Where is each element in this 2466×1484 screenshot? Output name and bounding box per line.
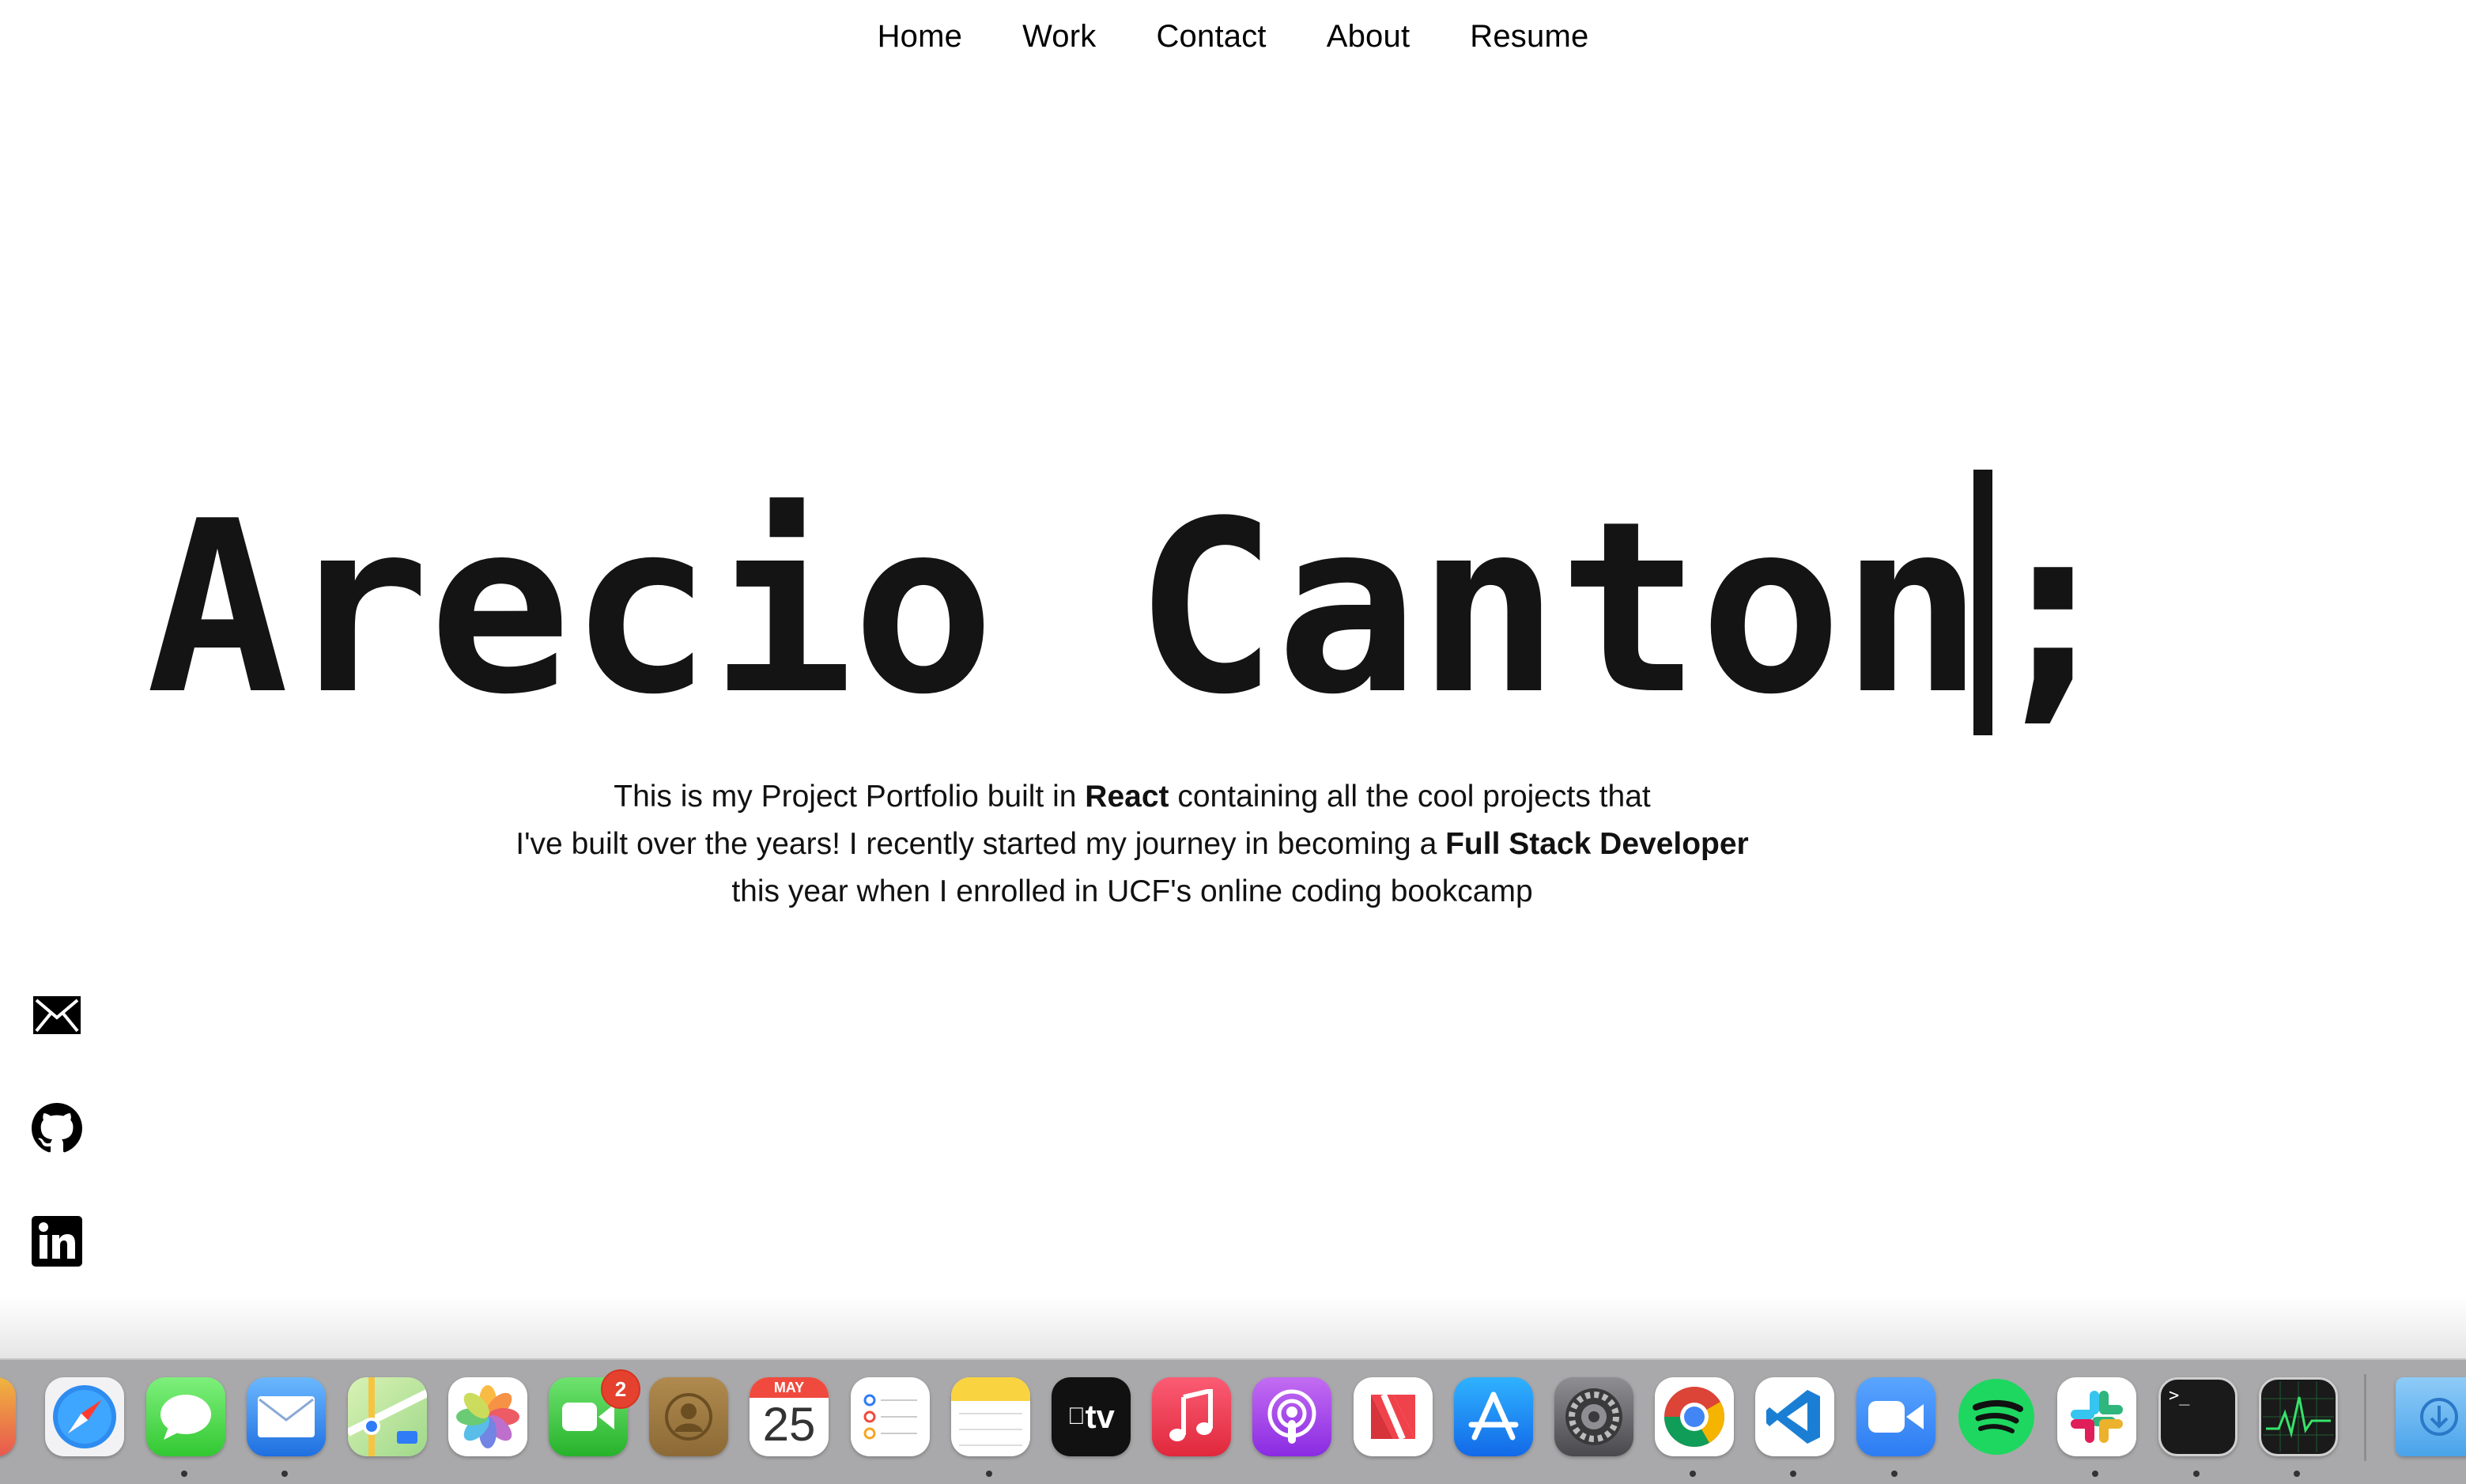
intro-react-bold: React [1085, 780, 1169, 814]
chrome-icon[interactable] [1655, 1377, 1734, 1456]
maps-icon[interactable] [348, 1377, 427, 1456]
contacts-icon[interactable] [649, 1377, 728, 1456]
dock-running-indicator [181, 1471, 187, 1477]
terminal-prompt-icon: >_ [2169, 1386, 2190, 1406]
music-icon[interactable] [1152, 1377, 1231, 1456]
top-nav: Home Work Contact About Resume [0, 19, 2466, 55]
messages-icon[interactable] [146, 1377, 225, 1456]
app-store-icon[interactable] [1454, 1377, 1533, 1456]
intro-line-1-post: containing all the cool projects that [1169, 780, 1651, 814]
typing-cursor [1973, 470, 1992, 735]
spotify-icon[interactable] [1957, 1377, 2036, 1456]
hero-title: Arecio Canton; [145, 470, 2125, 746]
nav-about-link[interactable]: About [1327, 19, 1410, 55]
terminal-icon[interactable]: >_ [2158, 1377, 2238, 1456]
dock-running-indicator [281, 1471, 288, 1477]
launchpad-icon[interactable] [0, 1377, 16, 1456]
slack-icon[interactable] [2057, 1377, 2136, 1456]
vscode-icon[interactable] [1755, 1377, 1834, 1456]
apple-tv-icon[interactable]:  tv [1052, 1377, 1131, 1456]
portfolio-page: Home Work Contact About Resume Arecio Ca… [0, 0, 2466, 1484]
facetime-badge: 2 [601, 1369, 640, 1409]
reminders-icon[interactable] [851, 1377, 930, 1456]
nav-contact-link[interactable]: Contact [1156, 19, 1266, 55]
intro-line-2: I've built over the years! I recently st… [0, 821, 2264, 868]
apple-logo-icon:  [1067, 1403, 1086, 1430]
dock-running-indicator [2193, 1471, 2200, 1477]
system-preferences-icon[interactable] [1554, 1377, 1633, 1456]
zoom-icon[interactable] [1856, 1377, 1935, 1456]
github-icon[interactable] [30, 1101, 84, 1155]
mail-icon[interactable] [30, 988, 84, 1042]
nav-home-link[interactable]: Home [878, 19, 963, 55]
macos-dock: 2 MAY 25 tv >_ [0, 1358, 2466, 1484]
dock-running-indicator [1690, 1471, 1696, 1477]
notes-icon[interactable] [951, 1377, 1030, 1456]
calendar-day: 25 [762, 1398, 816, 1451]
mail-app-icon[interactable] [247, 1377, 326, 1456]
downloads-folder-icon[interactable] [2396, 1377, 2466, 1456]
dock-running-indicator [2092, 1471, 2098, 1477]
news-icon[interactable] [1354, 1377, 1433, 1456]
dock-running-indicator [1891, 1471, 1898, 1477]
activity-monitor-icon[interactable] [2259, 1377, 2338, 1456]
dock-separator [2364, 1374, 2366, 1461]
nav-resume-link[interactable]: Resume [1470, 19, 1588, 55]
dock-running-indicator [2294, 1471, 2300, 1477]
dock-shadow [0, 1297, 2466, 1360]
intro-line-1: This is my Project Portfolio built in Re… [0, 773, 2264, 821]
calendar-month: MAY [750, 1377, 829, 1398]
dock-running-indicator [986, 1471, 992, 1477]
intro-line-2-pre: I've built over the years! I recently st… [515, 827, 1446, 861]
intro-fullstack-bold: Full Stack Developer [1445, 827, 1749, 861]
intro-line-1-pre: This is my Project Portfolio built in [614, 780, 1086, 814]
tv-label: tv [1076, 1398, 1115, 1435]
intro-line-3: this year when I enrolled in UCF's onlin… [731, 874, 1533, 908]
dock-running-indicator [1790, 1471, 1796, 1477]
podcasts-icon[interactable] [1252, 1377, 1331, 1456]
calendar-icon[interactable]: MAY 25 [750, 1377, 829, 1456]
linkedin-icon[interactable] [30, 1214, 84, 1268]
photos-icon[interactable] [448, 1377, 527, 1456]
intro-text: This is my Project Portfolio built in Re… [0, 773, 2264, 916]
nav-work-link[interactable]: Work [1022, 19, 1096, 55]
safari-icon[interactable] [45, 1377, 124, 1456]
